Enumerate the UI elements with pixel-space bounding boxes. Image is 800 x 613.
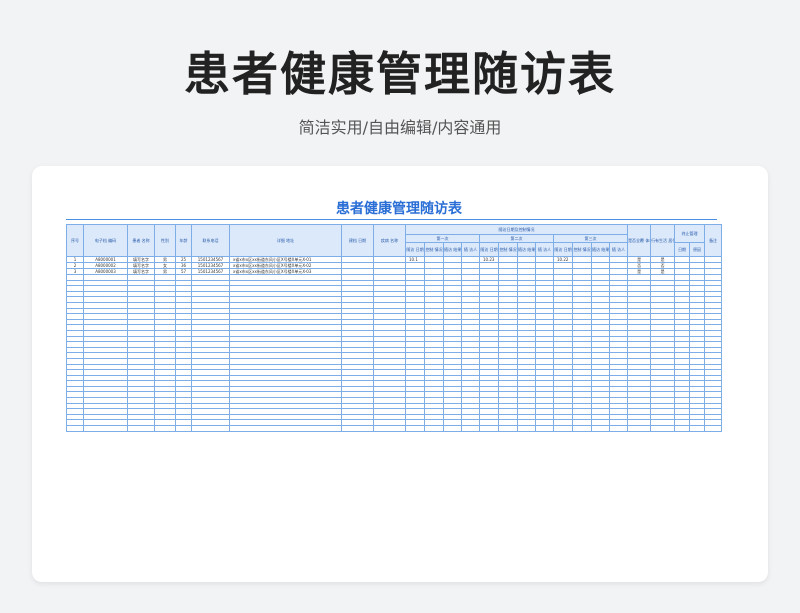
cell-seq[interactable] xyxy=(66,425,84,432)
header-disease: 疾病 名称 xyxy=(373,224,406,257)
cell-v2-date[interactable] xyxy=(479,425,499,432)
title-underline xyxy=(66,219,717,220)
header-visit3: 第三次 xyxy=(552,234,629,243)
cell-v3-result[interactable] xyxy=(591,425,610,432)
cell-end-date[interactable] xyxy=(674,425,691,432)
header-v2-person: 随 访人 xyxy=(535,242,554,257)
table-body: 1 A8000001 填写名字男 25 15012345​67 x省x市x区xx街道东风小… xyxy=(66,256,723,432)
cell-gender[interactable] xyxy=(154,425,176,432)
header-v3-date: 随访 日期 xyxy=(553,242,573,257)
cell-v1-date[interactable] xyxy=(405,425,425,432)
table-row xyxy=(66,425,723,432)
cell-v1-control[interactable] xyxy=(424,425,444,432)
sheet-title: 患者健康管理随访表 xyxy=(336,201,462,217)
header-v3-control: 控制 情况 xyxy=(572,242,592,257)
header-address: 详细 地址 xyxy=(229,224,342,257)
header-followup-group: 随访日期及控制情况 xyxy=(404,224,629,235)
header-v1-control: 控制 情况 xyxy=(424,242,444,257)
header-age: 年龄 xyxy=(175,224,192,257)
header-v1-result: 随访 结果 xyxy=(443,242,462,257)
header-v2-date: 随访 日期 xyxy=(479,242,499,257)
spreadsheet: 患者健康管理随访表 序号 电子档 编码 患者 名称 性别 年龄 联系电话 详细 … xyxy=(64,190,734,582)
cell-end-reason[interactable] xyxy=(689,425,706,432)
cell-phone[interactable] xyxy=(191,425,230,432)
preview-card: 患者健康管理随访表 序号 电子档 编码 患者 名称 性别 年龄 联系电话 详细 … xyxy=(32,166,768,582)
header-end-reason: 原因 xyxy=(689,242,706,257)
header-v2-result: 随访 结果 xyxy=(517,242,536,257)
cell-v2-person[interactable] xyxy=(535,425,554,432)
header-visit2: 第二次 xyxy=(479,234,554,243)
header-remark: 备注 xyxy=(704,224,723,257)
header-v1-person: 随 访人 xyxy=(461,242,480,257)
header-gender: 性别 xyxy=(154,224,176,257)
cell-remark[interactable] xyxy=(704,425,723,432)
page-subtitle: 简洁实用/自由编辑/内容通用 xyxy=(298,118,502,137)
cell-file-date[interactable] xyxy=(341,425,374,432)
header-v3-person: 随 访人 xyxy=(608,242,629,257)
header-file-date: 建档 日期 xyxy=(341,224,374,257)
cell-record-no[interactable] xyxy=(83,425,128,432)
header-chronic: 是否全覆 体检 xyxy=(627,224,652,257)
cell-name[interactable] xyxy=(127,425,155,432)
header-v3-result: 随访 结果 xyxy=(591,242,610,257)
cell-v3-person[interactable] xyxy=(608,425,629,432)
cell-v1-result[interactable] xyxy=(443,425,462,432)
header-end-date: 日期 xyxy=(674,242,691,257)
header-name: 患者 名称 xyxy=(127,224,155,257)
header-v1-date: 随访 日期 xyxy=(405,242,425,257)
header-seq: 序号 xyxy=(66,224,84,257)
cell-disease[interactable] xyxy=(373,425,406,432)
header-phone: 联系电话 xyxy=(191,224,230,257)
header-lifestyle: 行有生活 居住情况 xyxy=(650,224,676,257)
cell-v2-result[interactable] xyxy=(517,425,536,432)
cell-age[interactable] xyxy=(175,425,192,432)
cell-v3-date[interactable] xyxy=(553,425,573,432)
header-end-group: 终止管理 xyxy=(674,224,706,243)
cell-v1-person[interactable] xyxy=(461,425,480,432)
header-visit1: 第一次 xyxy=(405,234,480,243)
cell-v3-control[interactable] xyxy=(572,425,592,432)
header-v2-control: 控制 情况 xyxy=(498,242,518,257)
page-title: 患者健康管理随访表 xyxy=(184,47,616,101)
header-record-no: 电子档 编码 xyxy=(83,224,128,257)
cell-chronic[interactable] xyxy=(627,425,652,432)
followup-table: 序号 电子档 编码 患者 名称 性别 年龄 联系电话 详细 地址 建档 日期 疾… xyxy=(66,224,723,432)
cell-lifestyle[interactable] xyxy=(650,425,676,432)
cell-address[interactable] xyxy=(229,425,342,432)
cell-v2-control[interactable] xyxy=(498,425,518,432)
